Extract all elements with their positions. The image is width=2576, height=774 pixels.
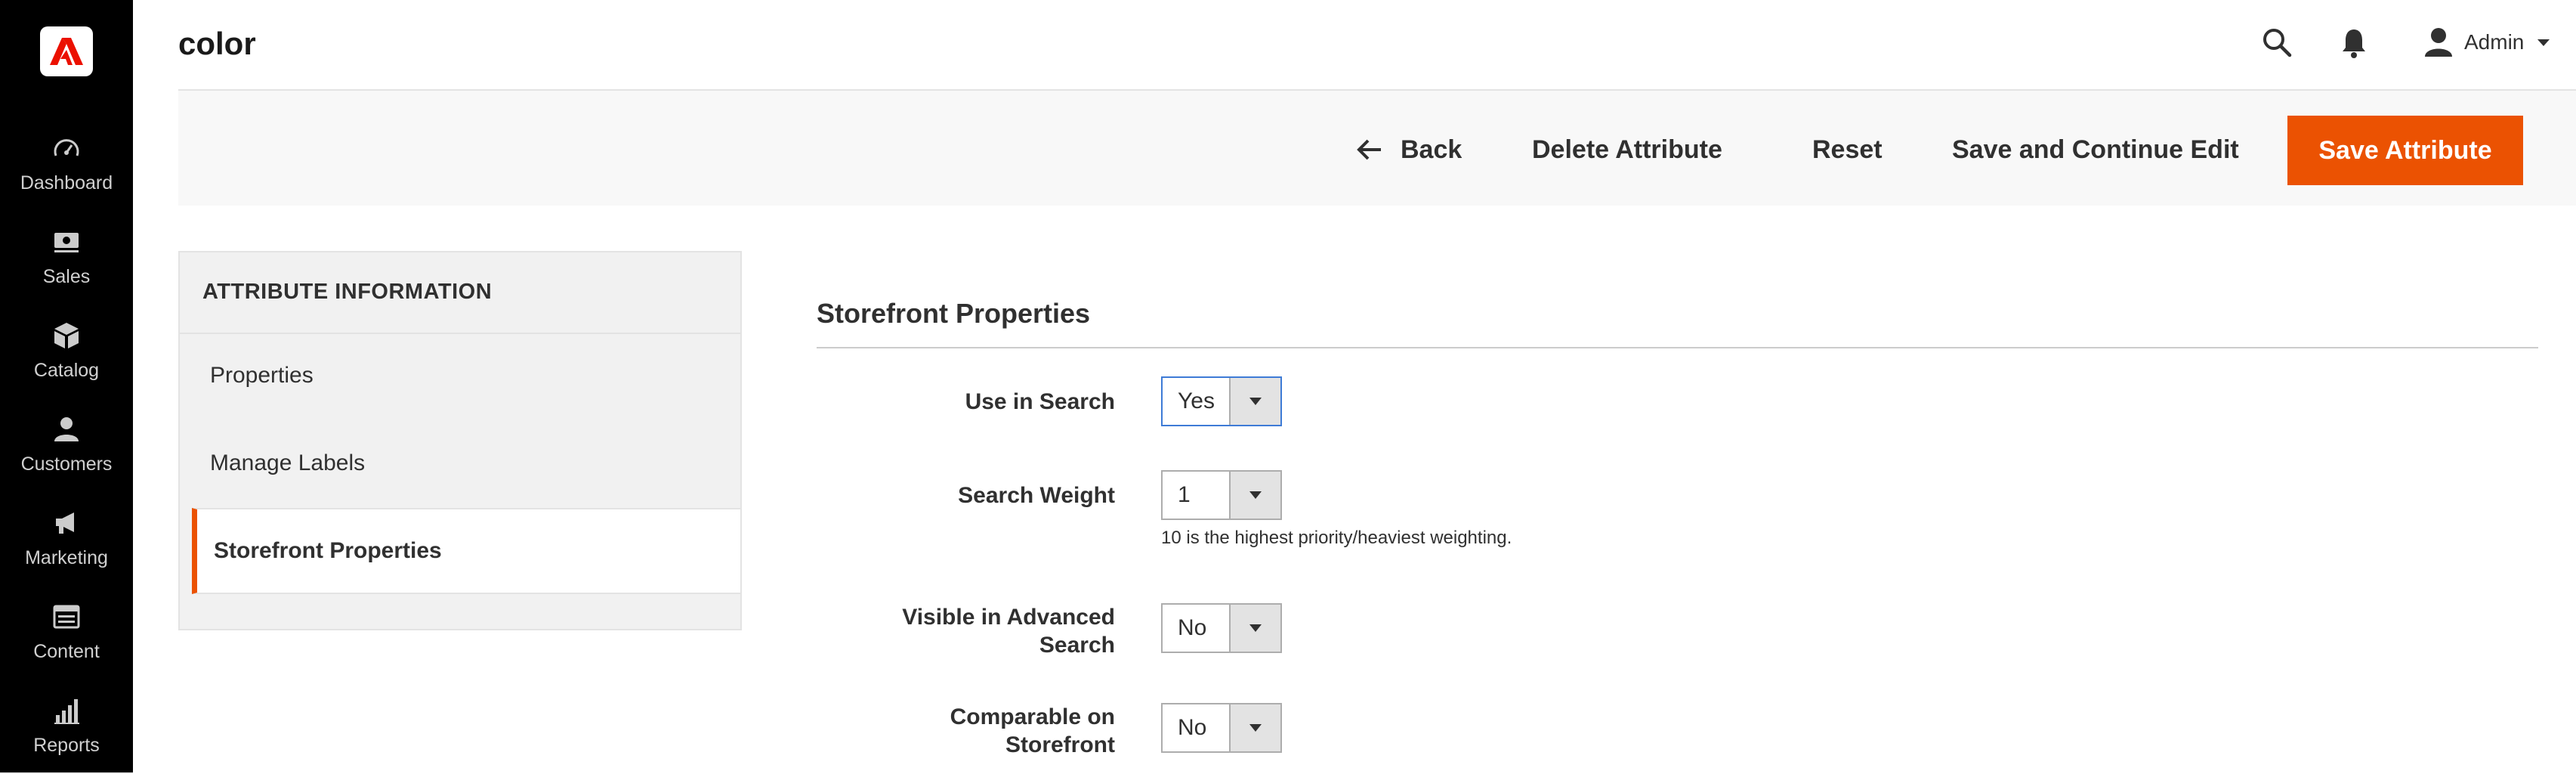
sidebar-item-label: Reports bbox=[33, 735, 100, 756]
sidebar-item-catalog[interactable]: Catalog bbox=[0, 316, 133, 399]
dashboard-gauge-icon bbox=[50, 132, 83, 165]
chevron-down-icon bbox=[1229, 378, 1280, 425]
tab-storefront-properties[interactable]: Storefront Properties bbox=[192, 508, 740, 594]
back-button[interactable]: Back bbox=[1357, 115, 1462, 184]
tab-manage-labels[interactable]: Manage Labels bbox=[180, 420, 740, 506]
reports-bars-icon bbox=[50, 694, 83, 727]
label-line: Storefront bbox=[1005, 732, 1115, 757]
sidebar-item-label: Dashboard bbox=[20, 172, 113, 194]
customers-people-icon bbox=[50, 413, 83, 446]
catalog-box-icon bbox=[50, 319, 83, 352]
adobe-logo-icon bbox=[50, 38, 83, 65]
tabs-title: ATTRIBUTE INFORMATION bbox=[202, 280, 493, 304]
notifications-bell-icon[interactable] bbox=[2340, 27, 2368, 59]
reset-button[interactable]: Reset bbox=[1812, 115, 1883, 184]
label-line: Comparable on bbox=[950, 704, 1115, 729]
comparable-on-storefront-select[interactable]: No bbox=[1161, 703, 1282, 753]
sidebar-item-label: Content bbox=[33, 641, 100, 662]
search-weight-note: 10 is the highest priority/heaviest weig… bbox=[1161, 528, 1512, 548]
visible-in-advanced-search-label: Visible in Advanced Search bbox=[707, 603, 1115, 659]
content-layout-icon bbox=[50, 600, 83, 633]
search-icon[interactable] bbox=[2262, 27, 2292, 57]
sidebar-item-sales[interactable]: Sales bbox=[0, 222, 133, 305]
select-value: No bbox=[1178, 715, 1207, 740]
sidebar-item-dashboard[interactable]: Dashboard bbox=[0, 128, 133, 212]
attribute-info-tabs: ATTRIBUTE INFORMATION Properties Manage … bbox=[178, 251, 742, 630]
save-and-continue-button[interactable]: Save and Continue Edit bbox=[1952, 115, 2239, 184]
search-weight-select[interactable]: 1 bbox=[1161, 470, 1282, 520]
section-title: Storefront Properties bbox=[817, 298, 1091, 329]
admin-user-menu[interactable]: Admin bbox=[2423, 26, 2550, 59]
page-title: color bbox=[178, 26, 256, 61]
page-actions-bar: Back Delete Attribute Reset Save and Con… bbox=[178, 89, 2576, 206]
adobe-logo[interactable] bbox=[40, 26, 93, 76]
select-value: 1 bbox=[1178, 482, 1191, 507]
sidebar-item-customers[interactable]: Customers bbox=[0, 410, 133, 493]
chevron-down-icon bbox=[1229, 704, 1280, 751]
sidebar-item-label: Customers bbox=[20, 454, 113, 475]
admin-user-name: Admin bbox=[2464, 30, 2525, 54]
use-in-search-select[interactable]: Yes bbox=[1161, 376, 1282, 426]
back-button-label: Back bbox=[1401, 135, 1463, 164]
comparable-on-storefront-label: Comparable on Storefront bbox=[707, 703, 1115, 759]
chevron-down-icon bbox=[1229, 605, 1280, 652]
select-value: Yes bbox=[1178, 389, 1215, 413]
use-in-search-label: Use in Search bbox=[965, 389, 1115, 414]
chevron-down-icon bbox=[1229, 472, 1280, 519]
section-divider bbox=[817, 347, 2538, 348]
label-line: Search bbox=[1039, 633, 1115, 658]
delete-attribute-button[interactable]: Delete Attribute bbox=[1532, 115, 1722, 184]
admin-sidebar: Dashboard Sales Catalog Customers Market… bbox=[0, 0, 133, 772]
sidebar-item-label: Sales bbox=[42, 266, 91, 287]
save-attribute-button[interactable]: Save Attribute bbox=[2287, 116, 2523, 185]
marketing-megaphone-icon bbox=[50, 506, 83, 540]
sidebar-item-content[interactable]: Content bbox=[0, 597, 133, 680]
search-weight-label: Search Weight bbox=[958, 483, 1115, 508]
select-value: No bbox=[1178, 615, 1207, 640]
user-avatar-icon bbox=[2423, 26, 2454, 58]
sidebar-item-label: Marketing bbox=[25, 547, 108, 568]
tab-properties[interactable]: Properties bbox=[180, 333, 740, 419]
sidebar-item-reports[interactable]: Reports bbox=[0, 691, 133, 774]
sales-cash-icon bbox=[50, 225, 83, 259]
chevron-down-icon bbox=[2537, 39, 2550, 46]
arrow-left-icon bbox=[1357, 138, 1382, 161]
sidebar-item-label: Catalog bbox=[33, 360, 100, 381]
sidebar-item-marketing[interactable]: Marketing bbox=[0, 503, 133, 587]
visible-in-advanced-search-select[interactable]: No bbox=[1161, 603, 1282, 653]
label-line: Visible in Advanced bbox=[902, 605, 1115, 630]
